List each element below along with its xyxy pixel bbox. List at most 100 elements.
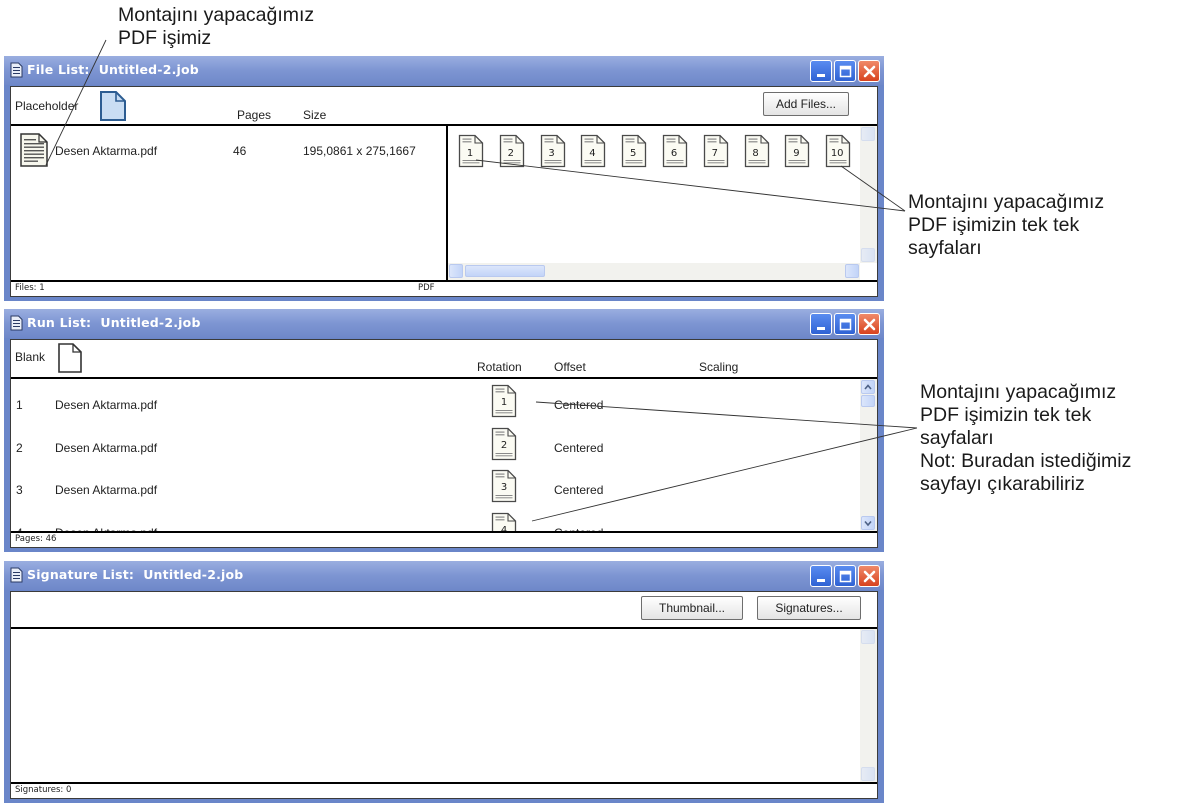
run-row-number: 1 bbox=[16, 398, 23, 412]
run-list-vertical-scrollbar[interactable] bbox=[860, 379, 877, 531]
run-row[interactable]: 4Desen Aktarma.pdf4Centered bbox=[11, 510, 860, 531]
page-thumbnail[interactable]: 4 bbox=[580, 134, 606, 168]
callout-top-line-2: PDF işimiz bbox=[118, 27, 212, 49]
minimize-button[interactable] bbox=[810, 60, 832, 82]
col-blank: Blank bbox=[15, 350, 46, 364]
run-row[interactable]: 3 Desen Aktarma.pdf 3 Centered bbox=[11, 467, 860, 509]
maximize-button[interactable] bbox=[834, 313, 856, 335]
maximize-icon bbox=[835, 314, 857, 336]
page-number: 3 bbox=[548, 148, 555, 159]
page-thumbnails: 1 2 3 4 5 6 7 8 9 10 bbox=[448, 126, 877, 280]
callout-run-pages-line-3: sayfaları bbox=[920, 427, 994, 449]
file-list-header: Placeholder Pages Size Add Files... bbox=[11, 87, 877, 126]
thumbnail-strip: 1 2 3 4 5 6 7 8 9 10 bbox=[448, 134, 860, 174]
horizontal-scroll-thumb[interactable] bbox=[465, 265, 545, 277]
signature-list-status-bar: Signatures: 0 bbox=[11, 782, 877, 798]
signatures-button[interactable]: Signatures... bbox=[757, 596, 861, 620]
run-row-page-number: 2 bbox=[500, 439, 508, 451]
add-files-button[interactable]: Add Files... bbox=[763, 92, 849, 116]
vertical-scroll-thumb[interactable] bbox=[861, 395, 875, 407]
run-row-page-number: 1 bbox=[500, 397, 508, 408]
signature-count: Signatures: 0 bbox=[15, 785, 72, 795]
callout-run-pages: Montajını yapacağımız PDF işimizin tek t… bbox=[920, 381, 1131, 496]
file-list-panel: Placeholder Pages Size Add Files... Dese… bbox=[10, 86, 878, 297]
scroll-right-arrow[interactable] bbox=[845, 264, 859, 278]
run-row-name: Desen Aktarma.pdf bbox=[55, 398, 158, 412]
file-type: PDF bbox=[418, 283, 435, 293]
col-offset: Offset bbox=[554, 360, 586, 374]
scroll-down-arrow[interactable] bbox=[861, 767, 875, 781]
page-thumbnail[interactable]: 3 bbox=[540, 134, 566, 168]
thumbnail-vertical-scrollbar[interactable] bbox=[860, 126, 877, 263]
minimize-button[interactable] bbox=[810, 565, 832, 587]
scroll-down-arrow[interactable] bbox=[861, 516, 875, 530]
minimize-icon bbox=[811, 61, 833, 83]
page-thumbnail[interactable]: 7 bbox=[703, 134, 729, 168]
page-thumbnail[interactable]: 10 bbox=[825, 134, 851, 168]
run-row-page-icon: 2 bbox=[491, 427, 517, 461]
maximize-icon bbox=[835, 61, 857, 83]
placeholder-page-icon[interactable] bbox=[99, 90, 127, 122]
minimize-button[interactable] bbox=[810, 313, 832, 335]
page-number: 6 bbox=[670, 148, 678, 159]
close-button[interactable] bbox=[858, 60, 880, 82]
maximize-button[interactable] bbox=[834, 60, 856, 82]
thumbnail-button[interactable]: Thumbnail... bbox=[641, 596, 743, 620]
signature-list-header: Thumbnail... Signatures... bbox=[11, 592, 877, 629]
file-row[interactable]: Desen Aktarma.pdf 46 195,0861 x 275,1667 bbox=[11, 130, 446, 170]
file-list-title: File List: Untitled-2.job bbox=[27, 62, 199, 77]
callout-run-pages-line-2: PDF işimizin tek tek bbox=[920, 404, 1092, 426]
run-list-titlebar[interactable]: Run List: Untitled-2.job bbox=[4, 309, 884, 338]
file-size: 195,0861 x 275,1667 bbox=[303, 144, 416, 158]
page-thumbnail[interactable]: 8 bbox=[744, 134, 770, 168]
scroll-up-arrow[interactable] bbox=[861, 127, 875, 141]
run-row-number: 2 bbox=[16, 440, 23, 455]
page-number: 1 bbox=[466, 148, 474, 159]
page-thumbnail[interactable]: 6 bbox=[662, 134, 688, 168]
document-icon bbox=[10, 567, 23, 583]
maximize-button[interactable] bbox=[834, 565, 856, 587]
scroll-up-arrow[interactable] bbox=[861, 380, 875, 394]
run-row-offset: Centered bbox=[554, 440, 604, 455]
scroll-up-arrow[interactable] bbox=[861, 630, 875, 644]
col-size: Size bbox=[303, 108, 327, 122]
run-row[interactable]: 2 Desen Aktarma.pdf 2 Centered bbox=[11, 425, 860, 467]
minimize-icon bbox=[811, 566, 833, 588]
callout-file-pages: Montajını yapacağımız PDF işimizin tek t… bbox=[908, 191, 1104, 260]
blank-page-icon[interactable] bbox=[57, 342, 83, 374]
signature-list-title: Signature List: Untitled-2.job bbox=[27, 567, 244, 582]
page-thumbnail[interactable]: 9 bbox=[784, 134, 810, 168]
page-thumbnail[interactable]: 5 bbox=[621, 134, 647, 168]
file-list-status-bar: Files: 1 PDF bbox=[11, 280, 877, 296]
page-number: 9 bbox=[793, 148, 800, 159]
file-name: Desen Aktarma.pdf bbox=[55, 144, 158, 158]
callout-top-line-1: Montajını yapacağımız bbox=[118, 4, 315, 26]
col-scaling: Scaling bbox=[699, 360, 739, 374]
page-number: 4 bbox=[589, 148, 596, 159]
run-row-offset: Centered bbox=[554, 483, 604, 497]
page-number: 10 bbox=[830, 148, 844, 159]
run-list-title: Run List: Untitled-2.job bbox=[27, 315, 201, 330]
scroll-left-arrow[interactable] bbox=[449, 264, 463, 278]
scroll-down-arrow[interactable] bbox=[861, 248, 875, 262]
close-button[interactable] bbox=[858, 313, 880, 335]
chevron-up-icon bbox=[864, 384, 872, 390]
thumbnail-horizontal-scrollbar[interactable] bbox=[448, 263, 860, 280]
callout-run-pages-line-5: sayfayı çıkarabiliriz bbox=[920, 473, 1085, 495]
close-button[interactable] bbox=[858, 565, 880, 587]
run-list-status-bar: Pages: 46 bbox=[11, 531, 877, 547]
page-thumbnail[interactable]: 1 bbox=[458, 134, 484, 168]
page-count: Pages: 46 bbox=[15, 534, 57, 544]
file-list-titlebar[interactable]: File List: Untitled-2.job bbox=[4, 56, 884, 85]
callout-run-pages-line-4: Not: Buradan istediğimiz bbox=[920, 450, 1132, 472]
document-icon bbox=[10, 315, 23, 331]
signature-vertical-scrollbar[interactable] bbox=[860, 629, 877, 782]
run-row[interactable]: 1 Desen Aktarma.pdf 1 Centered bbox=[11, 382, 860, 424]
page-thumbnail[interactable]: 2 bbox=[499, 134, 525, 168]
signature-list-titlebar[interactable]: Signature List: Untitled-2.job bbox=[4, 561, 884, 590]
page-number: 8 bbox=[752, 148, 759, 159]
run-list-panel: Blank Rotation Offset Scaling 1 Desen Akt… bbox=[10, 339, 878, 548]
file-list-window: File List: Untitled-2.job Placeholder Pa… bbox=[4, 56, 884, 301]
run-list-header: Blank Rotation Offset Scaling bbox=[11, 340, 877, 379]
page-number: 7 bbox=[711, 148, 718, 159]
